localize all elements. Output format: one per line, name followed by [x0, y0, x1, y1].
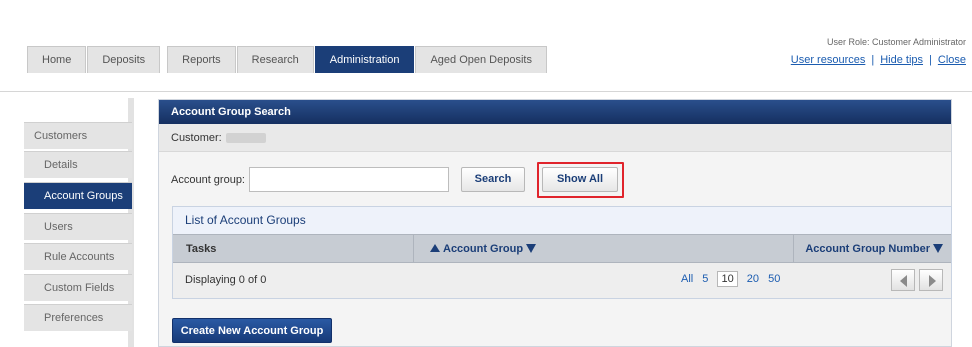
column-account-group[interactable]: Account Group [430, 243, 537, 255]
account-group-label: Account group: [171, 174, 245, 186]
list-title: List of Account Groups [173, 207, 951, 234]
sidebar-item-custom-fields[interactable]: Custom Fields [24, 274, 132, 301]
account-group-input[interactable] [249, 167, 449, 192]
filter-icon[interactable] [526, 244, 537, 253]
tab-reports[interactable]: Reports [167, 46, 236, 73]
sidebar-item-preferences[interactable]: Preferences [24, 304, 132, 331]
search-button[interactable]: Search [461, 167, 525, 192]
page-size-all[interactable]: All [681, 273, 693, 285]
customer-label: Customer: [171, 132, 222, 144]
sort-ascending-icon [430, 244, 440, 252]
user-role-label: User Role: Customer Administrator [826, 37, 966, 47]
account-groups-list: List of Account Groups Tasks Account Gro… [172, 206, 952, 299]
list-header-row: Tasks Account Group Account Group Number [173, 234, 951, 263]
top-navigation-bar: Home Deposits Reports Research Administr… [0, 0, 972, 92]
filter-icon[interactable] [933, 244, 943, 253]
close-link[interactable]: Close [938, 54, 966, 66]
column-account-group-label: Account Group [443, 243, 524, 255]
column-divider [413, 235, 414, 262]
page-size-20[interactable]: 20 [747, 273, 759, 285]
previous-page-button[interactable] [891, 269, 915, 291]
user-resources-link[interactable]: User resources [791, 54, 866, 66]
next-page-button[interactable] [919, 269, 943, 291]
page-size-selector: All 5 10 20 50 [678, 271, 783, 287]
page-size-10-selected[interactable]: 10 [717, 271, 738, 287]
displaying-count: Displaying 0 of 0 [185, 274, 267, 286]
column-account-group-number-label: Account Group Number [805, 243, 930, 255]
user-links: User resources | Hide tips | Close [791, 54, 966, 66]
customer-row: Customer: [159, 124, 951, 152]
customer-name-redacted [225, 133, 266, 144]
create-new-account-group-button[interactable]: Create New Account Group [172, 318, 332, 343]
sidebar: Customers Details Account Groups Users R… [24, 98, 134, 347]
column-tasks: Tasks [186, 243, 217, 255]
tab-deposits[interactable]: Deposits [87, 46, 161, 73]
list-footer: Displaying 0 of 0 All 5 10 20 50 [173, 263, 951, 298]
tab-administration[interactable]: Administration [314, 46, 415, 73]
sidebar-item-details[interactable]: Details [24, 151, 132, 178]
main-tabs: Home Deposits Reports Research Administr… [27, 46, 548, 73]
search-row: Account group: Search Show All [159, 162, 953, 198]
tab-home[interactable]: Home [27, 46, 87, 73]
sidebar-item-customers[interactable]: Customers [24, 122, 132, 149]
link-separator: | [929, 54, 932, 66]
tab-research[interactable]: Research [236, 46, 314, 73]
page-size-50[interactable]: 50 [768, 273, 780, 285]
tab-aged-open-deposits[interactable]: Aged Open Deposits [415, 46, 547, 73]
page-size-5[interactable]: 5 [702, 273, 708, 285]
show-all-button[interactable]: Show All [542, 167, 618, 192]
sidebar-item-account-groups[interactable]: Account Groups [24, 182, 132, 209]
hide-tips-link[interactable]: Hide tips [880, 54, 923, 66]
sidebar-item-rule-accounts[interactable]: Rule Accounts [24, 243, 132, 270]
sidebar-item-users[interactable]: Users [24, 213, 132, 240]
column-account-group-number[interactable]: Account Group Number [805, 243, 943, 255]
link-separator: | [871, 54, 875, 66]
column-divider [793, 235, 794, 262]
panel-title: Account Group Search [159, 100, 951, 124]
account-group-search-panel: Account Group Search Customer: Account g… [158, 99, 952, 347]
